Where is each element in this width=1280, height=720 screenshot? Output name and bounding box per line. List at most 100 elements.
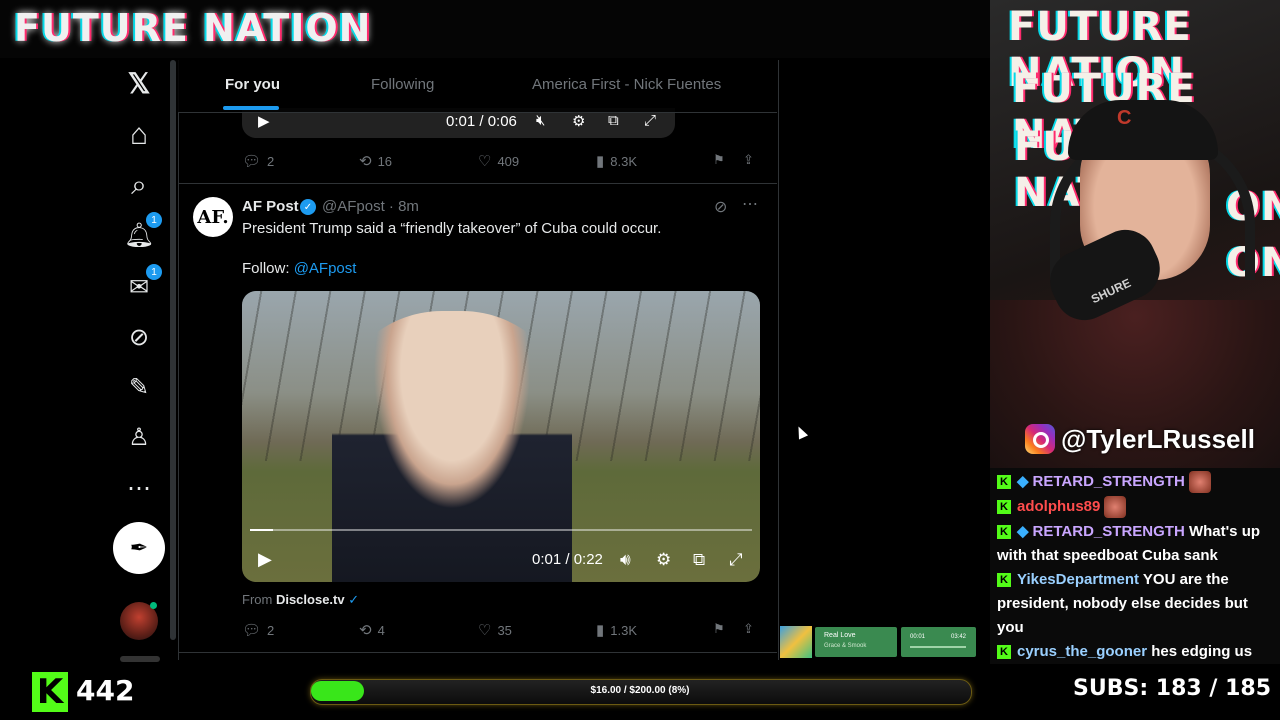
reply-icon: 💬︎ xyxy=(242,153,262,170)
chat-message: K YikesDepartment YOU are the president, … xyxy=(997,568,1277,640)
play-icon[interactable]: ▶ xyxy=(258,112,270,130)
kick-badge-icon: K xyxy=(997,573,1011,588)
now-playing-progress xyxy=(901,627,976,657)
online-status-dot xyxy=(150,602,157,609)
messages-badge: 1 xyxy=(146,264,162,280)
views-icon: ▮ xyxy=(596,622,605,639)
album-art xyxy=(780,626,812,658)
kick-logo-icon: K xyxy=(32,672,68,712)
settings-icon[interactable]: ⚙ xyxy=(656,550,671,570)
emote-icon xyxy=(1104,496,1127,519)
cap-logo: C xyxy=(1117,107,1132,129)
grok-icon[interactable]: ⊘ xyxy=(714,197,727,217)
search-icon[interactable]: ⌕ xyxy=(122,168,156,202)
fullscreen-icon[interactable]: ⤢ xyxy=(729,550,743,570)
video-source: From Disclose.tv ✓ xyxy=(242,592,359,608)
divider xyxy=(178,183,777,184)
viewer-count: 442 xyxy=(76,674,135,707)
video-time: 0:01 / 0:22 xyxy=(532,551,603,568)
from-label: From xyxy=(242,592,276,607)
streamer-cap xyxy=(1068,100,1218,160)
tab-list[interactable]: America First - Nick Fuentes xyxy=(532,76,721,93)
tweet-text: President Trump said a “friendly takeove… xyxy=(242,220,662,237)
heart-icon: ♡ xyxy=(478,153,492,170)
chat-username[interactable]: RETARD_STRENGTH xyxy=(1033,523,1185,540)
views-button[interactable]: ▮ 8.3K xyxy=(596,152,637,170)
mouse-cursor xyxy=(793,424,809,440)
repost-button[interactable]: ⟲ 4 xyxy=(359,621,385,639)
tweet-video[interactable]: ▶ 0:01 / 0:22 🔊︎ ⚙ ⧉ ⤢ xyxy=(242,291,760,582)
pip-icon[interactable]: ⧉ xyxy=(693,550,705,570)
views-button[interactable]: ▮ 1.3K xyxy=(596,621,637,639)
tweet-follow-line: Follow: @AFpost xyxy=(242,260,356,277)
chat-username[interactable]: RETARD_STRENGTH xyxy=(1033,473,1185,490)
bookmark-icon[interactable]: ⚑ xyxy=(713,621,725,637)
like-count: 409 xyxy=(497,153,520,169)
instagram-handle: @TylerLRussell xyxy=(1061,423,1255,454)
kick-badge-icon: K xyxy=(997,500,1011,515)
lists-icon[interactable]: ✎ xyxy=(122,370,156,404)
tab-following[interactable]: Following xyxy=(371,76,434,93)
subs-label: SUBS: xyxy=(1073,676,1149,701)
share-icon[interactable]: ⇪ xyxy=(743,152,754,168)
subs-value: 183 / 185 xyxy=(1155,676,1271,701)
chat-text: hes edging us xyxy=(1151,643,1253,660)
tab-for-you[interactable]: For you xyxy=(225,76,280,93)
post-button[interactable]: ✒ xyxy=(113,522,165,574)
song-progress-bar xyxy=(910,646,966,648)
share-icon[interactable]: ⇪ xyxy=(743,621,754,637)
reply-count: 2 xyxy=(267,153,275,169)
more-options-icon[interactable]: ⋯ xyxy=(742,194,758,214)
video-progress-track[interactable] xyxy=(250,529,752,531)
messages-icon: ✉ xyxy=(128,273,150,301)
fullscreen-icon[interactable]: ⤢ xyxy=(644,112,656,129)
repost-button[interactable]: ⟲ 16 xyxy=(359,152,392,170)
kick-badge-icon: K xyxy=(997,645,1011,660)
horizontal-scrollbar[interactable] xyxy=(120,656,160,662)
chat-username[interactable]: YikesDepartment xyxy=(1017,571,1139,588)
sidebar-scrollbar[interactable] xyxy=(170,60,176,640)
repost-icon: ⟲ xyxy=(359,153,372,170)
tweet-avatar[interactable]: AF. xyxy=(193,197,233,237)
notifications-nav[interactable]: 🔔︎ 1 xyxy=(122,212,162,252)
volume-icon[interactable]: 🔊︎ xyxy=(620,550,631,570)
tab-active-indicator xyxy=(223,106,279,110)
tweet-actions: 💬︎ 2 ⟲ 4 ♡ 35 ▮ 1.3K ⚑ ⇪ xyxy=(242,621,762,641)
subs-counter: SUBS: 183 / 185 xyxy=(1073,676,1271,701)
grok-icon[interactable]: ⊘ xyxy=(122,320,156,354)
follow-link[interactable]: @AFpost xyxy=(294,260,357,277)
video-time: 0:01 / 0:06 xyxy=(446,113,517,130)
instagram-icon xyxy=(1025,424,1055,454)
home-icon[interactable]: ⌂ xyxy=(122,118,156,152)
like-button[interactable]: ♡ 35 xyxy=(478,621,512,639)
gem-badge-icon: ◆ xyxy=(1017,523,1029,540)
video-subject xyxy=(332,311,572,582)
reply-button[interactable]: 💬︎ 2 xyxy=(242,621,274,639)
reply-icon: 💬︎ xyxy=(242,622,262,639)
chat-message: Kadolphus89 xyxy=(997,495,1277,519)
repost-count: 4 xyxy=(377,622,385,638)
chat-username[interactable]: adolphus89 xyxy=(1017,498,1100,515)
bookmark-icon[interactable]: ⚑ xyxy=(713,152,725,168)
source-link[interactable]: Disclose.tv xyxy=(276,592,345,607)
chat-username[interactable]: cyrus_the_gooner xyxy=(1017,643,1147,660)
repost-icon: ⟲ xyxy=(359,622,372,639)
more-icon[interactable]: ⋯ xyxy=(122,471,156,505)
reply-button[interactable]: 💬︎ 2 xyxy=(242,152,274,170)
gem-badge-icon: ◆ xyxy=(1017,473,1029,490)
profile-icon[interactable]: ♙ xyxy=(122,420,156,454)
x-logo-icon[interactable]: 𝕏 xyxy=(122,66,156,100)
mute-icon[interactable]: 🔇︎ xyxy=(536,112,545,129)
banner-title: FUTURE NATION xyxy=(14,6,372,50)
tweet-author-name[interactable]: AF Post xyxy=(242,198,299,215)
like-count: 35 xyxy=(497,622,512,638)
play-icon[interactable]: ▶ xyxy=(258,549,272,570)
pip-icon[interactable]: ⧉ xyxy=(608,112,619,129)
views-icon: ▮ xyxy=(596,153,605,170)
like-button[interactable]: ♡ 409 xyxy=(478,152,519,170)
messages-nav[interactable]: ✉ 1 xyxy=(122,264,162,304)
chat-message: K ◆ RETARD_STRENGTH What's up with that sp… xyxy=(997,520,1277,568)
settings-icon[interactable]: ⚙ xyxy=(572,112,585,130)
view-count: 8.3K xyxy=(610,153,638,169)
tweet-author-handle[interactable]: @AFpost · 8m xyxy=(322,198,419,215)
